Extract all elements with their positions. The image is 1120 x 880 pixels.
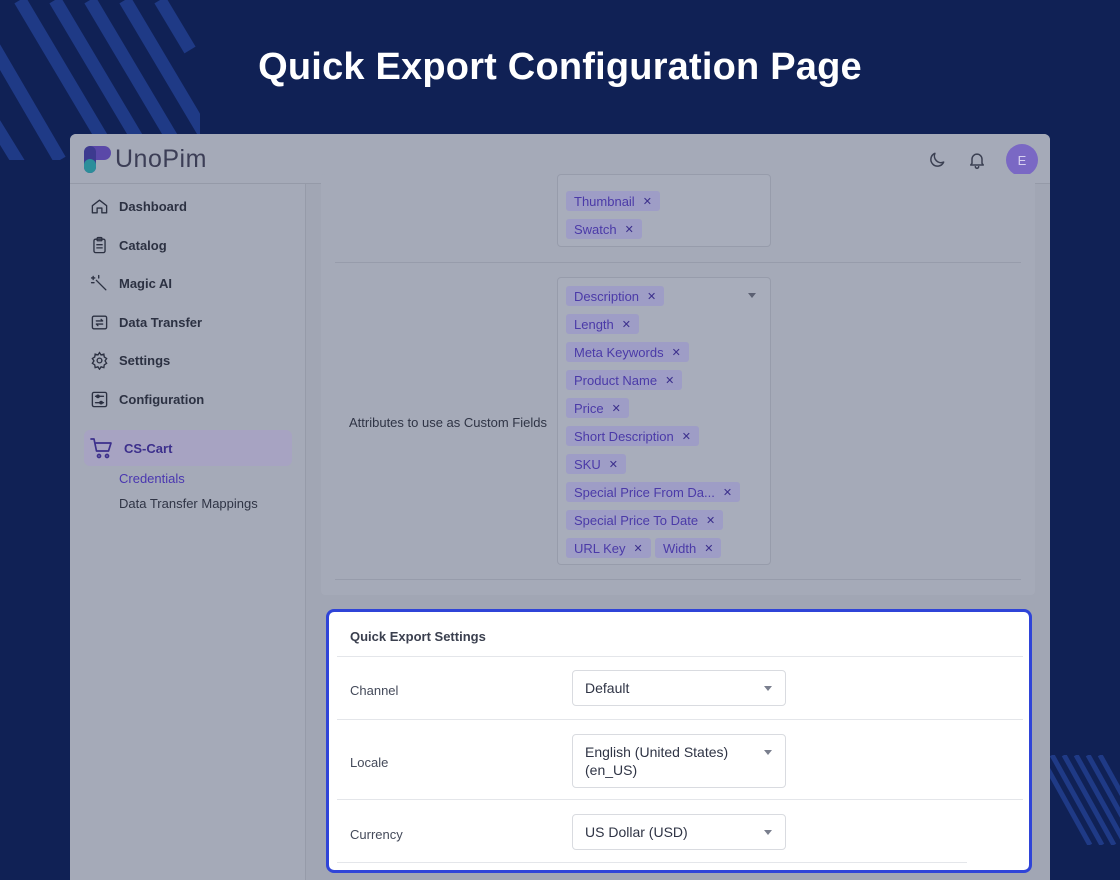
divider <box>337 799 1023 800</box>
remove-tag-icon[interactable]: ✕ <box>665 374 674 387</box>
sidebar-item-label: Dashboard <box>119 198 187 214</box>
decorative-stripes-bottom-right <box>1040 755 1120 845</box>
sidebar-item-catalog[interactable]: Catalog <box>90 233 167 257</box>
channel-value: Default <box>585 680 630 696</box>
moon-icon[interactable] <box>926 149 948 171</box>
tag-product-name: Product Name ✕ <box>566 370 683 390</box>
sidebar-item-label: Magic AI <box>119 275 172 291</box>
currency-value: US Dollar (USD) <box>585 824 688 840</box>
logo-text: UnoPim <box>115 144 207 173</box>
currency-label: Currency <box>350 827 403 842</box>
remove-tag-icon[interactable]: ✕ <box>706 514 715 527</box>
tag-short-description: Short Description ✕ <box>566 426 699 446</box>
chevron-down-icon <box>764 830 772 835</box>
custom-fields-select[interactable]: Description ✕ Length ✕ Meta Keywords ✕ Prod… <box>557 277 771 565</box>
magic-wand-icon <box>90 274 107 291</box>
logo-mark-icon <box>84 145 111 173</box>
tag-sku: SKU ✕ <box>566 454 626 474</box>
tag-swatch: Swatch ✕ <box>566 219 642 239</box>
quick-export-settings-panel: Quick Export Settings Channel Default Lo… <box>326 609 1032 873</box>
sidebar-item-label: CS-Cart <box>124 440 173 456</box>
sidebar-item-label: Settings <box>119 352 171 368</box>
remove-tag-icon[interactable]: ✕ <box>704 542 713 555</box>
avatar[interactable]: E <box>1006 144 1038 176</box>
remove-tag-icon[interactable]: ✕ <box>634 542 643 555</box>
sidebar-item-settings[interactable]: Settings <box>90 348 170 372</box>
logo[interactable]: UnoPim <box>84 145 207 173</box>
divider <box>337 862 967 863</box>
home-icon <box>91 198 108 214</box>
tag-width: Width ✕ <box>655 538 722 558</box>
remove-tag-icon[interactable]: ✕ <box>682 430 691 443</box>
tag-meta-keywords: Meta Keywords ✕ <box>566 342 689 362</box>
tag-url-key: URL Key ✕ <box>566 538 651 558</box>
sidebar-item-magic-ai[interactable]: Magic AI <box>90 271 172 295</box>
remove-tag-icon[interactable]: ✕ <box>723 486 732 499</box>
sidebar-item-label: Data Transfer <box>119 314 203 330</box>
remove-tag-icon[interactable]: ✕ <box>643 195 652 208</box>
currency-select[interactable]: US Dollar (USD) <box>572 814 786 850</box>
sidebar-item-cs-cart[interactable]: CS-Cart <box>84 430 292 466</box>
gear-icon <box>91 350 108 370</box>
sidebar-item-dashboard[interactable]: Dashboard <box>90 194 187 218</box>
tag-thumbnail: Thumbnail ✕ <box>566 191 660 211</box>
sliders-icon <box>91 391 108 407</box>
remove-tag-icon[interactable]: ✕ <box>625 223 634 236</box>
sidebar-item-configuration[interactable]: Configuration <box>90 387 204 411</box>
sidebar: Dashboard Catalog Magic AI Data Transfer… <box>70 184 306 880</box>
sidebar-item-data-transfer[interactable]: Data Transfer <box>90 310 202 334</box>
section-title: Quick Export Settings <box>350 629 486 644</box>
remove-tag-icon[interactable]: ✕ <box>609 458 618 471</box>
channel-label: Channel <box>350 683 399 698</box>
remove-tag-icon[interactable]: ✕ <box>622 318 631 331</box>
media-tags-select[interactable]: Thumbnail ✕ Swatch ✕ <box>557 174 771 247</box>
clipboard-icon <box>93 236 106 253</box>
chevron-down-icon <box>764 686 772 691</box>
custom-fields-card: Thumbnail ✕ Swatch ✕ Attributes to use as … <box>321 174 1035 595</box>
chevron-down-icon <box>764 750 772 755</box>
divider <box>337 719 1023 720</box>
remove-tag-icon[interactable]: ✕ <box>647 290 656 303</box>
tag-description: Description ✕ <box>566 286 665 306</box>
sidebar-item-label: Configuration <box>119 391 205 407</box>
channel-select[interactable]: Default <box>572 670 786 706</box>
tag-length: Length ✕ <box>566 314 639 334</box>
cart-icon <box>90 438 112 459</box>
remove-tag-icon[interactable]: ✕ <box>612 402 621 415</box>
locale-label: Locale <box>350 755 389 770</box>
sidebar-subitem-data-transfer-mappings[interactable]: Data Transfer Mappings <box>119 496 258 511</box>
sidebar-item-label: Catalog <box>119 237 167 253</box>
divider <box>335 579 1021 580</box>
tag-special-price-from-date: Special Price From Da... ✕ <box>566 482 741 502</box>
chevron-down-icon[interactable] <box>748 293 756 298</box>
custom-fields-label: Attributes to use as Custom Fields <box>349 415 547 430</box>
tag-special-price-to-date: Special Price To Date ✕ <box>566 510 724 530</box>
divider <box>337 656 1023 657</box>
transfer-icon <box>91 314 108 330</box>
locale-select[interactable]: English (United States) (en_US) <box>572 734 786 788</box>
bell-icon[interactable] <box>966 149 988 171</box>
divider <box>335 262 1021 263</box>
remove-tag-icon[interactable]: ✕ <box>672 346 681 359</box>
tag-price: Price ✕ <box>566 398 629 418</box>
banner-title: Quick Export Configuration Page <box>258 46 862 88</box>
sidebar-subitem-credentials[interactable]: Credentials <box>119 471 185 486</box>
locale-value: English (United States) (en_US) <box>585 744 729 778</box>
